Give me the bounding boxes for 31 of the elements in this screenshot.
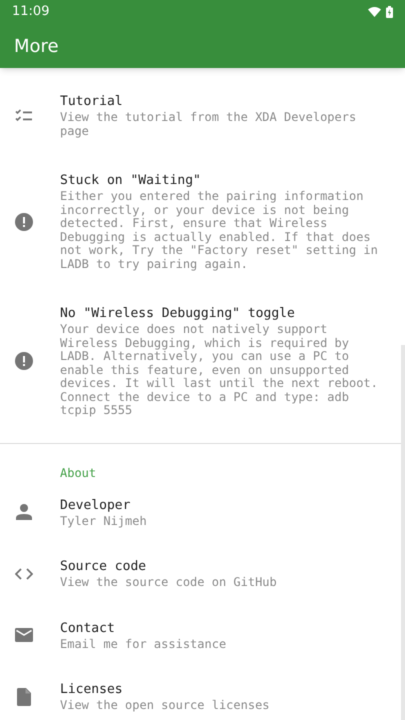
alert-icon	[15, 352, 33, 370]
battery-icon	[386, 6, 393, 18]
preference-item[interactable]: Source code View the source code on GitHub	[0, 543, 405, 604]
item-title: Source code	[60, 558, 148, 576]
section-header: About	[59, 464, 98, 482]
preference-item[interactable]: Contact Email me for assistance	[0, 604, 405, 666]
app-bar-title: More	[14, 34, 59, 58]
item-summary: View the open source licenses	[60, 699, 271, 712]
item-summary: Tyler Nijmeh	[60, 514, 148, 528]
item-title: Licenses	[60, 681, 124, 699]
item-summary: Your device does not natively support Wireless Debugging, which is required by LADB. Alternatively, you can use a PC to enable this feature, even on unsupported devices. It will last until the next reboot. Connect the device to a PC and type: adb tcpip 5555	[60, 323, 379, 418]
preference-item[interactable]: Tutorial View the tutorial from the XDA Developers page	[0, 76, 405, 155]
item-summary: Email me for assistance	[60, 638, 228, 651]
mail-icon	[15, 628, 33, 642]
preference-item[interactable]: Licenses View the open source licenses	[0, 666, 405, 720]
person-icon	[16, 504, 32, 520]
item-title: Contact	[60, 620, 116, 638]
file-icon	[17, 688, 31, 706]
code-icon	[15, 568, 33, 580]
item-summary: View the source code on GitHub	[60, 576, 278, 590]
alert-icon	[15, 212, 33, 230]
item-title: Developer	[60, 496, 132, 514]
wifi-icon	[368, 7, 381, 17]
item-title: Stuck on "Waiting"	[60, 172, 202, 190]
item-title: No "Wireless Debugging" toggle	[60, 305, 296, 323]
item-summary: View the tutorial from the XDA Developers page	[60, 111, 358, 138]
status-time: 11:09	[12, 3, 50, 22]
item-summary: Either you entered the pairing information incorrectly, or your device is not being detected. First, ensure that Wireless Debugging is actually enabled. If that does not work, Try the "Factory reset" setting in LADB to try pairing again.	[60, 190, 379, 271]
checklist-icon	[15, 108, 33, 122]
preference-item[interactable]: Developer Tyler Nijmeh	[0, 482, 405, 543]
item-title: Tutorial	[60, 93, 124, 111]
